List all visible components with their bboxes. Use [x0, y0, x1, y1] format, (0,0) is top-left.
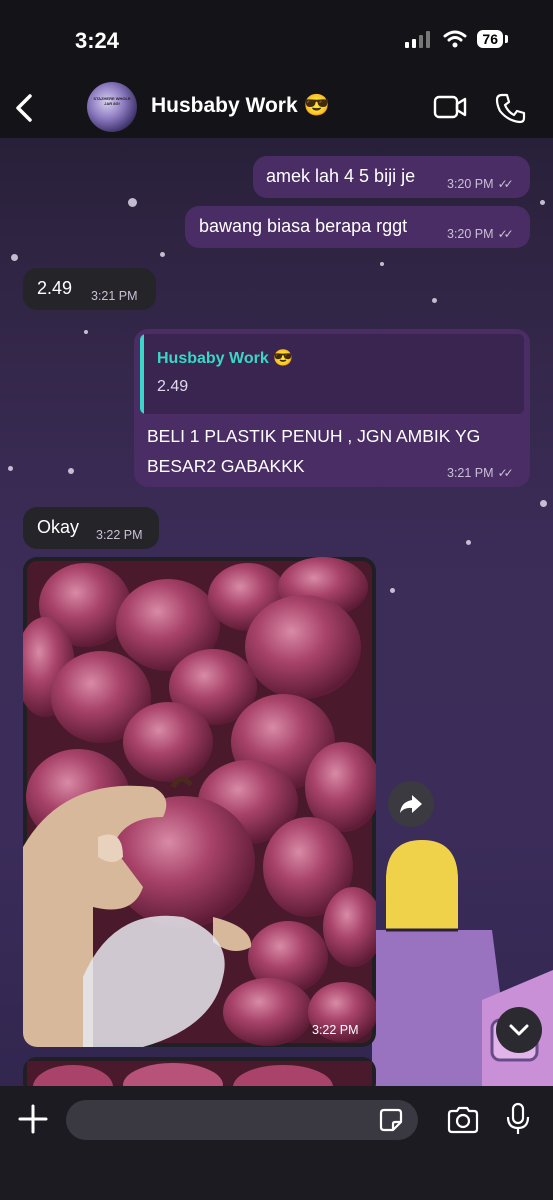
message-bubble-outgoing[interactable]: amek lah 4 5 biji je 3:20 PM ✓✓ — [253, 156, 530, 198]
image-message[interactable]: 3:22 PM — [23, 557, 376, 1047]
wallpaper-star — [68, 468, 74, 474]
cellular-signal-icon — [405, 31, 431, 48]
contact-name[interactable]: Husbaby Work 😎 — [151, 94, 330, 118]
forward-icon — [400, 795, 422, 813]
scroll-down-button[interactable] — [496, 1007, 542, 1053]
wallpaper-star — [466, 540, 471, 545]
contact-name-text: Husbaby Work — [151, 94, 298, 117]
message-text-line2: BESAR2 GABAKKK — [147, 456, 305, 476]
wallpaper-star — [8, 466, 13, 471]
status-time: 3:24 — [75, 28, 120, 53]
video-call-icon[interactable] — [433, 94, 467, 120]
quote-text: 2.49 — [157, 378, 189, 395]
plus-icon[interactable] — [18, 1104, 48, 1134]
chat-header: STAZHERE WHOLE JAR 8G! Husbaby Work 😎 — [0, 80, 553, 138]
read-receipt-icon: ✓✓ — [497, 227, 514, 241]
phone-call-icon[interactable] — [495, 92, 527, 124]
read-receipt-icon: ✓✓ — [497, 177, 514, 191]
red-onions-photo — [23, 557, 376, 1047]
message-time: 3:20 PM ✓✓ — [447, 227, 514, 241]
wallpaper-star — [540, 500, 547, 507]
message-text-line1: BELI 1 PLASTIK PENUH , JGN AMBIK YG — [147, 426, 481, 446]
wallpaper-star — [540, 200, 545, 205]
composer-bar — [0, 1086, 553, 1200]
avatar-text: STAZHERE WHOLE JAR 8G! — [93, 96, 131, 106]
message-time: 3:22 PM — [312, 1023, 359, 1037]
quote-sender: Husbaby Work 😎 — [157, 350, 294, 367]
battery-icon — [505, 35, 508, 43]
message-bubble-incoming[interactable]: Okay 3:22 PM — [23, 507, 159, 549]
message-text: amek lah 4 5 biji je — [266, 166, 416, 186]
message-time: 3:22 PM — [96, 528, 143, 542]
wallpaper-star — [11, 254, 18, 261]
message-input[interactable] — [66, 1100, 418, 1140]
contact-emoji: 😎 — [303, 94, 330, 117]
camera-icon[interactable] — [446, 1106, 480, 1134]
read-receipt-icon: ✓✓ — [497, 466, 514, 480]
wallpaper-star — [380, 262, 384, 266]
sticker-icon[interactable] — [378, 1107, 404, 1133]
message-text: bawang biasa berapa rggt — [199, 216, 408, 236]
scroll-down-icon — [509, 1024, 529, 1036]
wallpaper-star — [432, 298, 437, 303]
wifi-icon — [443, 30, 467, 48]
wallpaper-star — [390, 588, 395, 593]
microphone-icon[interactable] — [505, 1102, 531, 1136]
forward-button[interactable] — [388, 781, 434, 827]
quote-accent-bar — [140, 334, 144, 414]
message-text: Okay — [37, 517, 80, 537]
wallpaper-star — [160, 252, 165, 257]
message-time: 3:21 PM — [91, 289, 138, 303]
message-time: 3:21 PM ✓✓ — [447, 466, 514, 480]
message-bubble-outgoing[interactable]: bawang biasa berapa rggt 3:20 PM ✓✓ — [185, 206, 530, 248]
wallpaper-star — [84, 330, 88, 334]
wallpaper-star — [128, 198, 137, 207]
message-time: 3:20 PM ✓✓ — [447, 177, 514, 191]
contact-avatar[interactable]: STAZHERE WHOLE JAR 8G! — [87, 82, 137, 132]
message-text: 2.49 — [37, 278, 73, 298]
back-chevron-icon[interactable] — [12, 90, 42, 126]
battery-level: 76 — [477, 30, 503, 48]
message-bubble-incoming[interactable]: 2.49 3:21 PM — [23, 268, 156, 310]
status-bar: 3:24 76 — [0, 0, 553, 80]
quoted-message[interactable]: Husbaby Work 😎 2.49 — [140, 334, 524, 414]
